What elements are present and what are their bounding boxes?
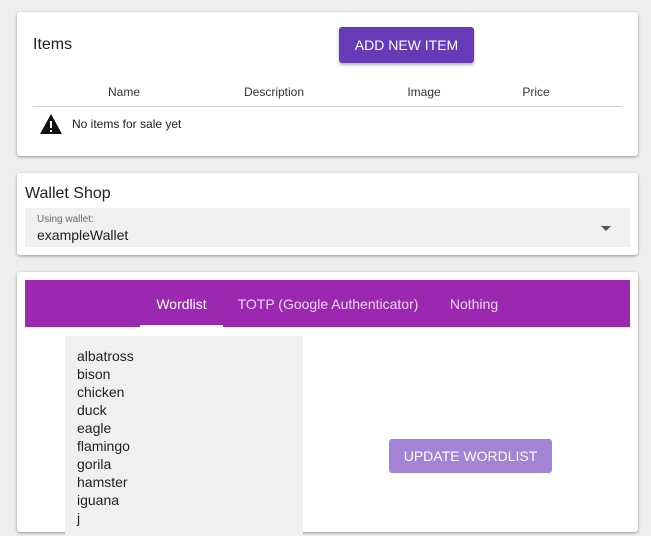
active-tab-indicator bbox=[140, 325, 223, 327]
wallet-select-value: exampleWallet bbox=[37, 227, 129, 243]
wordlist-line: gorila bbox=[77, 456, 112, 472]
add-new-item-button[interactable]: ADD NEW ITEM bbox=[339, 27, 474, 63]
tab-nothing-label: Nothing bbox=[449, 295, 499, 312]
caret-down-icon[interactable] bbox=[601, 226, 611, 231]
wordlist-line: albatross bbox=[77, 348, 134, 364]
empty-items-row: No items for sale yet bbox=[39, 113, 181, 135]
items-card: Items ADD NEW ITEM Name Description Imag… bbox=[17, 12, 638, 156]
tab-nothing[interactable]: Nothing bbox=[433, 280, 515, 327]
wordlist-line: bison bbox=[77, 366, 111, 382]
items-table-header: Name Description Image Price bbox=[33, 82, 622, 107]
wallet-select[interactable]: Using wallet: exampleWallet bbox=[25, 208, 630, 247]
column-header-description: Description bbox=[243, 85, 305, 99]
wordlist-line: chicken bbox=[77, 384, 125, 400]
wordlist-line: eagle bbox=[77, 420, 112, 436]
column-header-image: Image bbox=[407, 85, 441, 99]
wordlist-textarea[interactable]: albatross bison chicken duck eagle flami… bbox=[65, 336, 303, 536]
tab-totp[interactable]: TOTP (Google Authenticator) bbox=[223, 280, 433, 327]
tab-wordlist[interactable]: Wordlist bbox=[140, 280, 223, 327]
column-header-price: Price bbox=[522, 85, 550, 99]
tab-totp-label: TOTP (Google Authenticator) bbox=[237, 295, 419, 312]
warning-icon bbox=[40, 114, 62, 134]
tab-bar: Wordlist TOTP (Google Authenticator) Not… bbox=[25, 280, 630, 327]
column-header-name: Name bbox=[107, 85, 141, 99]
wordlist-line: j bbox=[77, 510, 81, 526]
wallet-shop-card: Wallet Shop Using wallet: exampleWallet bbox=[17, 173, 638, 255]
wordlist-card: Wordlist TOTP (Google Authenticator) Not… bbox=[17, 272, 638, 536]
items-title: Items bbox=[33, 36, 73, 53]
update-wordlist-button[interactable]: UPDATE WORDLIST bbox=[389, 439, 552, 473]
wordlist-line: iguana bbox=[77, 492, 120, 508]
tab-wordlist-label: Wordlist bbox=[156, 295, 207, 312]
wallet-shop-title: Wallet Shop bbox=[25, 185, 111, 202]
wordlist-line: hamster bbox=[77, 474, 128, 490]
wordlist-line: duck bbox=[77, 402, 107, 418]
wordlist-line: flamingo bbox=[77, 438, 130, 454]
empty-items-message: No items for sale yet bbox=[72, 117, 182, 131]
wallet-select-label: Using wallet: bbox=[37, 214, 94, 225]
